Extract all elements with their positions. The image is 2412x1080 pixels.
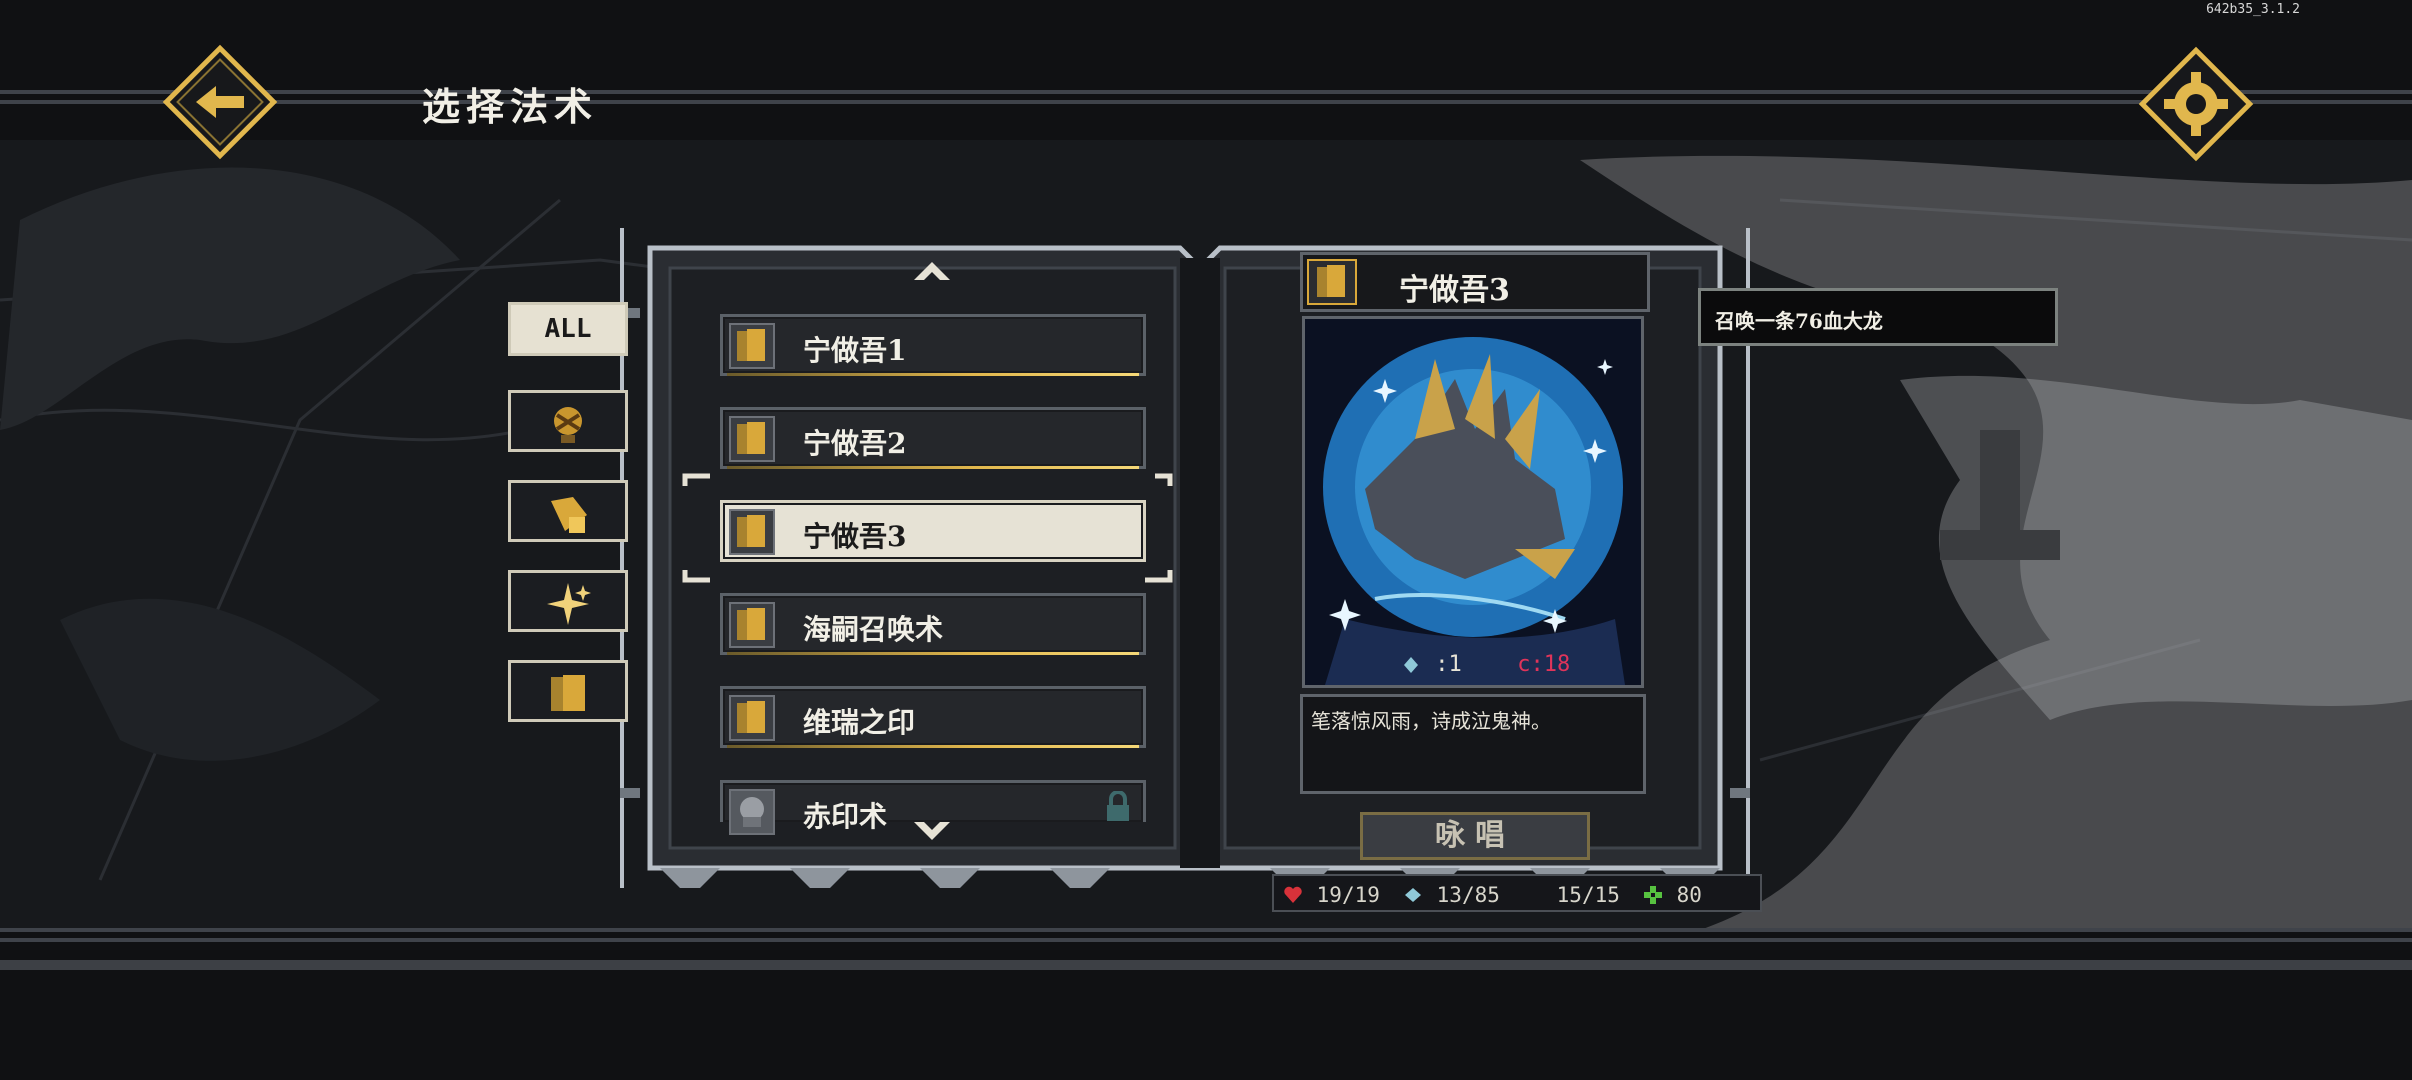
- crystal-cost: :1: [1400, 652, 1462, 677]
- gold-underline: [727, 466, 1139, 469]
- card-title: 宁做吾3: [1399, 273, 1510, 308]
- card-artwork: [1302, 316, 1644, 688]
- scroll-down-button[interactable]: [910, 814, 954, 844]
- spell-item-selected[interactable]: 宁做吾3: [720, 500, 1146, 562]
- tab-summon[interactable]: [508, 390, 628, 452]
- card-flavor-text: 笔落惊风雨，诗成泣鬼神。: [1311, 709, 1551, 733]
- mana-cost-value: c:18: [1517, 652, 1571, 677]
- spell-name: 海嗣召唤术: [803, 613, 944, 646]
- hp-value: 19/19: [1316, 883, 1380, 907]
- card-icon: [1307, 259, 1357, 305]
- card-icon: [729, 509, 775, 555]
- gold-underline: [727, 652, 1139, 655]
- settings-button[interactable]: [2136, 44, 2256, 164]
- gold-underline: [727, 745, 1139, 748]
- mana-icon: [1528, 887, 1536, 903]
- sparkle-icon: [547, 583, 591, 625]
- heart-icon: [1284, 886, 1302, 903]
- crystal-icon: [1405, 888, 1421, 902]
- gold-underline: [727, 373, 1139, 376]
- card-description: 笔落惊风雨，诗成泣鬼神。: [1300, 694, 1646, 794]
- spell-name: 宁做吾2: [803, 427, 907, 460]
- chevron-up-icon: [914, 262, 950, 280]
- spell-name: 宁做吾3: [803, 520, 907, 553]
- spell-item[interactable]: 宁做吾2: [720, 407, 1146, 469]
- spell-name: 赤印术: [803, 800, 888, 833]
- card-icon: [729, 695, 775, 741]
- dragon-illustration: [1305, 319, 1641, 685]
- tab-sparkle[interactable]: [508, 570, 628, 632]
- card-icon: [729, 323, 775, 369]
- mana-value: 15/15: [1556, 883, 1620, 907]
- cast-button[interactable]: 咏唱: [1360, 812, 1590, 860]
- lock-icon: [1107, 791, 1129, 821]
- card-icon: [729, 416, 775, 462]
- cast-button-label: 咏唱: [1435, 818, 1515, 853]
- card-cost-row: :1 c:18: [1300, 648, 1646, 684]
- page-title: 选择法术: [422, 85, 599, 129]
- clover-icon: [1644, 886, 1662, 904]
- summon-icon: [554, 407, 582, 443]
- crystal-counter: 13/85: [1402, 882, 1500, 907]
- chevron-down-icon: [914, 822, 950, 840]
- mana-icon: [1488, 657, 1496, 673]
- spell-name: 宁做吾1: [803, 334, 907, 367]
- back-arrow-icon: [162, 44, 278, 160]
- scroll-up-button[interactable]: [910, 258, 954, 288]
- clover-counter: 80: [1642, 882, 1702, 907]
- locked-spell-icon: [729, 789, 775, 835]
- crystal-value: 13/85: [1436, 883, 1500, 907]
- resource-bar: 19/19 13/85 15/15 80: [1272, 874, 1762, 912]
- spell-name: 维瑞之印: [803, 706, 916, 739]
- back-button[interactable]: [160, 42, 280, 162]
- crystal-cost-value: :1: [1435, 652, 1462, 677]
- card-header: 宁做吾3: [1300, 252, 1650, 312]
- tab-all[interactable]: ALL: [508, 302, 628, 356]
- spell-item[interactable]: 海嗣召唤术: [720, 593, 1146, 655]
- scroll-icon: [551, 497, 587, 533]
- card-icon: [551, 675, 585, 711]
- mana-cost: c:18: [1482, 652, 1570, 677]
- card-icon: [729, 602, 775, 648]
- tooltip-text: 召唤一条76血大龙: [1715, 309, 1883, 333]
- gear-icon: [2138, 46, 2254, 162]
- version-label: 642b35_3.1.2: [2206, 2, 2300, 17]
- spell-item[interactable]: 宁做吾1: [720, 314, 1146, 376]
- spell-item[interactable]: 维瑞之印: [720, 686, 1146, 748]
- spell-tooltip: 召唤一条76血大龙: [1698, 288, 2058, 346]
- mana-counter: 15/15: [1522, 882, 1620, 907]
- crystal-icon: [1404, 657, 1418, 673]
- tab-scroll[interactable]: [508, 480, 628, 542]
- clover-value: 80: [1676, 883, 1702, 907]
- tab-cards[interactable]: [508, 660, 628, 722]
- hp-counter: 19/19: [1282, 882, 1380, 907]
